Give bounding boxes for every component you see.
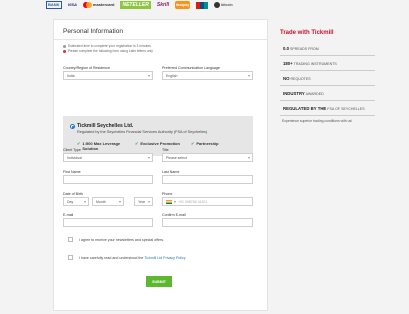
first-name-label: First Name [63,170,81,174]
check-icon: ✔ [191,141,195,146]
regulator-name: Tickmill Seychelles Ltd. [77,123,134,129]
feature-leverage: ✔ 1:500 Max Leverage Solution [77,141,121,151]
title-select[interactable]: Please select ▾ [162,153,253,162]
chevron-down-icon: ▾ [83,199,86,204]
chevron-down-icon: ▾ [147,155,150,160]
sidebar-footer: Experience superior trading conditions w… [282,119,353,123]
language-label: Preferred Communication Language [162,66,220,70]
dob-day-select[interactable]: Day ▾ [63,197,89,206]
confirm-email-input[interactable] [162,218,253,227]
benefit-row: 0.0 SPREADS FROM [280,41,375,56]
bitcoin-icon [214,2,221,8]
regulator-option[interactable]: Tickmill Seychelles Ltd. Regulated by th… [63,116,253,156]
payment-methods-bar: BANK VISA mastercard NETELLER Skrill fas… [46,1,233,9]
newsletter-checkbox-row[interactable]: I agree to receive your newsletters and … [68,237,164,242]
bitcoin-logo: bitcoin [214,1,233,9]
dob-label: Date of Birth [63,192,83,196]
confirm-email-label: Confirm E-mail [162,213,186,217]
dob-year-select[interactable]: Year ▾ [134,197,153,206]
regulator-radio[interactable] [70,124,75,129]
privacy-checkbox[interactable] [68,255,73,260]
neteller-logo: NETELLER [120,1,151,9]
benefit-row: 180+ TRADING INSTRUMENTS [280,56,375,71]
chevron-down-icon: ▾ [147,73,150,78]
privacy-checkbox-row[interactable]: I have carefully read and understood the… [68,255,186,260]
client-type-label: Client Type [63,148,81,152]
country-label: Country/Region of Residence [63,66,110,70]
page-title: Personal Information [63,28,123,35]
regulator-subtitle: Regulated by the Seychelles Financial Se… [77,130,208,134]
benefit-row: INDUSTRY AWARDED [280,86,375,101]
chevron-down-icon: ▾ [247,73,250,78]
chevron-down-icon: ▾ [118,199,121,204]
sidebar-benefits: Trade with Tickmill 0.0 SPREADS FROM 180… [280,30,375,123]
submit-button[interactable]: SUBMIT [146,276,172,287]
visa-logo: VISA [67,2,77,7]
country-select[interactable]: India ▾ [63,71,153,80]
email-input[interactable] [63,218,153,227]
notice-time: Estimated time to complete your registra… [63,44,151,48]
last-name-input[interactable] [162,175,253,184]
language-select[interactable]: English ▾ [162,71,253,80]
divider [54,39,267,40]
mastercard-logo: mastercard [82,1,114,9]
bank-logo: BANK [46,1,62,9]
skrill-logo: Skrill [156,2,170,8]
first-name-input[interactable] [63,175,153,184]
warning-icon [63,49,66,53]
clock-icon [63,44,66,48]
check-icon: ✔ [135,141,139,146]
email-label: E-mail [63,213,74,217]
sidebar-title: Trade with Tickmill [280,30,334,36]
unionpay-logo [196,1,209,9]
chevron-down-icon: ▾ [247,155,250,160]
fasapay-logo: fasapay [175,1,191,9]
last-name-label: Last Name [162,170,180,174]
newsletter-text: I agree to receive your newsletters and … [79,237,165,242]
dob-month-select[interactable]: Month ▾ [92,197,124,206]
registration-page: BANK VISA mastercard NETELLER Skrill fas… [0,0,409,314]
notice-latin: Please complete the following form using… [63,49,153,53]
phone-label: Phone [162,192,173,196]
client-type-select[interactable]: Individual ▾ [63,153,153,162]
chevron-down-icon: ▾ [147,199,150,204]
feature-promotion: ✔ Exclusive Promotion [135,141,180,146]
privacy-policy-link[interactable]: Tickmill Ltd Privacy Policy [144,256,185,260]
phone-input[interactable]: ▾ +91 098765 04321 [162,197,253,206]
title-label: Title [162,148,169,152]
registration-form-card: Personal Information Estimated time to c… [53,19,268,311]
benefit-row: REGULATED BY THE FSA OF SEYCHELLES [280,101,375,116]
privacy-text: I have carefully read and understood the [79,255,144,260]
benefit-row: NO REQUOTES [280,71,375,86]
newsletter-checkbox[interactable] [68,237,73,242]
feature-partnership: ✔ Partnership [191,141,219,146]
india-flag-icon [166,199,172,204]
mastercard-icon [82,2,92,8]
